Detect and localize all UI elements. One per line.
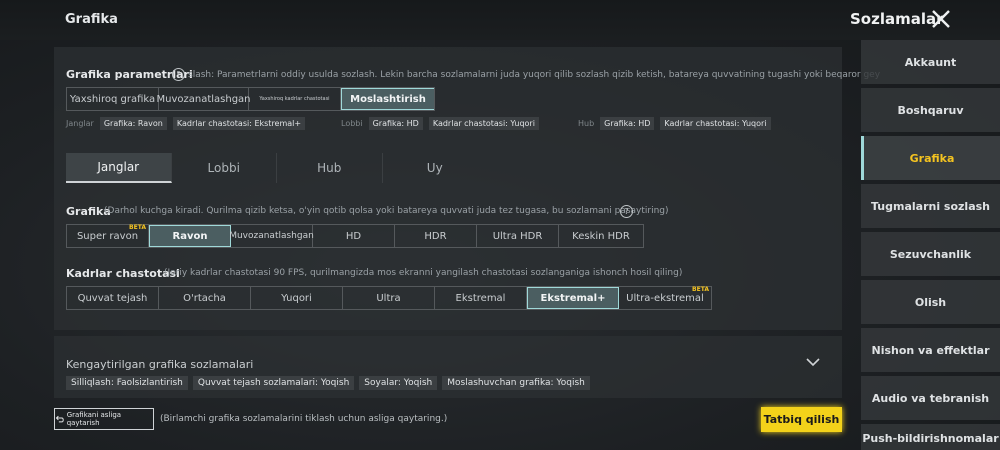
preset-graphics-chip: Grafika: HD — [368, 117, 423, 130]
graphics-option-super-smooth[interactable]: Super ravon BETA — [67, 224, 149, 247]
frame-rate-desc: (Joriy kadrlar chastotasi 90 FPS, qurilm… — [164, 268, 683, 278]
preset-label: Janglar — [66, 119, 94, 128]
graphics-option-hd[interactable]: HD — [313, 225, 395, 247]
mode-tabs: Janglar Lobbi Hub Uy — [66, 153, 487, 183]
advanced-chip: Moslashuvchan grafika: Yoqish — [442, 376, 590, 390]
preset-label: Lobbi — [341, 119, 363, 128]
reset-graphics-button[interactable]: Grafikani asliga qaytarish — [54, 408, 154, 430]
sidebar-item-customize-buttons[interactable]: Tugmalarni sozlash — [861, 184, 1000, 228]
style-selector: Yaxshiroq grafika Muvozanatlashgan Yaxsh… — [66, 87, 435, 111]
fps-option-power-saving[interactable]: Quvvat tejash — [67, 287, 159, 309]
style-option-custom[interactable]: Moslashtirish — [341, 88, 434, 110]
preset-lobby: Lobbi Grafika: HD Kadrlar chastotasi: Yu… — [341, 117, 539, 130]
advanced-chip: Soyalar: Yoqish — [359, 376, 438, 390]
style-option-better-graphics[interactable]: Yaxshiroq grafika — [67, 88, 159, 110]
option-label: Super ravon — [76, 230, 139, 242]
sidebar-item-push-notifications[interactable]: Push-bildirishnomalar — [861, 424, 1000, 450]
fps-option-ultra[interactable]: Ultra — [343, 287, 435, 309]
help-icon[interactable]: ? — [620, 205, 633, 218]
frame-rate-label: Kadrlar chastotasi — [66, 267, 180, 280]
graphics-quality-desc: (Darhol kuchga kiradi. Qurilma qizib ket… — [104, 206, 669, 216]
advanced-chips: Silliqlash: Faolsizlantirish Quvvat teja… — [66, 376, 590, 390]
graphics-option-balanced[interactable]: Muvozanatlashgan — [229, 225, 314, 247]
preset-battle: Janglar Grafika: Ravon Kadrlar chastotas… — [66, 117, 306, 130]
help-icon[interactable]: ? — [172, 68, 185, 81]
beta-badge: BETA — [692, 286, 709, 293]
close-icon[interactable] — [930, 8, 952, 30]
sidebar-item-controls[interactable]: Boshqaruv — [861, 88, 1000, 132]
sidebar-item-scope-effects[interactable]: Nishon va effektlar — [861, 328, 1000, 372]
preset-graphics-chip: Grafika: HD — [600, 117, 655, 130]
sidebar-item-audio-vibration[interactable]: Audio va tebranish — [861, 376, 1000, 420]
chevron-down-icon[interactable] — [806, 357, 820, 367]
top-bar: Grafika Sozlamalar — [0, 0, 1000, 40]
tab-battle[interactable]: Janglar — [66, 153, 172, 183]
graphics-option-ultra-hdr[interactable]: Ultra HDR — [477, 225, 559, 247]
preset-graphics-chip: Grafika: Ravon — [99, 117, 167, 130]
graphics-option-sharp-hdr[interactable]: Keskin HDR — [559, 225, 643, 247]
tab-home[interactable]: Uy — [383, 153, 488, 183]
advanced-title: Kengaytirilgan grafika sozlamalari — [66, 358, 254, 371]
reset-button-label: Grafikani asliga qaytarish — [66, 411, 122, 427]
fps-option-extreme-plus[interactable]: Ekstremal+ — [527, 287, 619, 309]
preset-hub: Hub Grafika: HD Kadrlar chastotasi: Yuqo… — [578, 117, 771, 130]
graphics-option-smooth[interactable]: Ravon — [149, 225, 231, 247]
graphics-quality-selector: Super ravon BETA Ravon Muvozanatlashgan … — [66, 224, 644, 248]
fps-option-high[interactable]: Yuqori — [251, 287, 343, 309]
beta-badge: BETA — [129, 224, 146, 231]
sidebar-item-account[interactable]: Akkaunt — [861, 40, 1000, 84]
fps-option-ultra-extreme[interactable]: Ultra-ekstremal BETA — [619, 286, 711, 309]
preset-fps-chip: Kadrlar chastotasi: Yuqori — [428, 117, 539, 130]
preset-fps-chip: Kadrlar chastotasi: Yuqori — [660, 117, 771, 130]
apply-button[interactable]: Tatbiq qilish — [761, 407, 842, 432]
sidebar-item-sensitivity[interactable]: Sezuvchanlik — [861, 232, 1000, 276]
advanced-chip: Silliqlash: Faolsizlantirish — [66, 376, 188, 390]
style-option-better-fps[interactable]: Yaxshiroq kadrlar chastotasi — [249, 88, 341, 110]
page-title: Grafika — [65, 12, 118, 27]
graphics-option-hdr[interactable]: HDR — [395, 225, 477, 247]
option-label: Ultra-ekstremal — [626, 292, 704, 304]
preset-fps-chip: Kadrlar chastotasi: Ekstremal+ — [172, 117, 306, 130]
undo-icon — [55, 415, 64, 423]
style-option-balanced[interactable]: Muvozanatlashgan — [156, 88, 251, 110]
advanced-chip: Quvvat tejash sozlamalari: Yoqish — [192, 376, 355, 390]
fps-option-medium[interactable]: O'rtacha — [159, 287, 251, 309]
fps-option-extreme[interactable]: Ekstremal — [435, 287, 527, 309]
sidebar-item-graphics[interactable]: Grafika — [861, 136, 1000, 180]
tab-lobby[interactable]: Lobbi — [172, 153, 277, 183]
settings-sidebar: Akkaunt Boshqaruv Grafika Tugmalarni soz… — [861, 40, 1000, 450]
sidebar-item-pickup[interactable]: Olish — [861, 280, 1000, 324]
frame-rate-selector: Quvvat tejash O'rtacha Yuqori Ultra Ekst… — [66, 286, 712, 310]
style-section-desc: slash: Parametrlarni oddiy usulda sozlas… — [188, 70, 881, 80]
preset-label: Hub — [578, 119, 595, 128]
tab-hub[interactable]: Hub — [277, 153, 383, 183]
reset-note: (Birlamchi grafika sozlamalarini tiklash… — [160, 414, 448, 424]
